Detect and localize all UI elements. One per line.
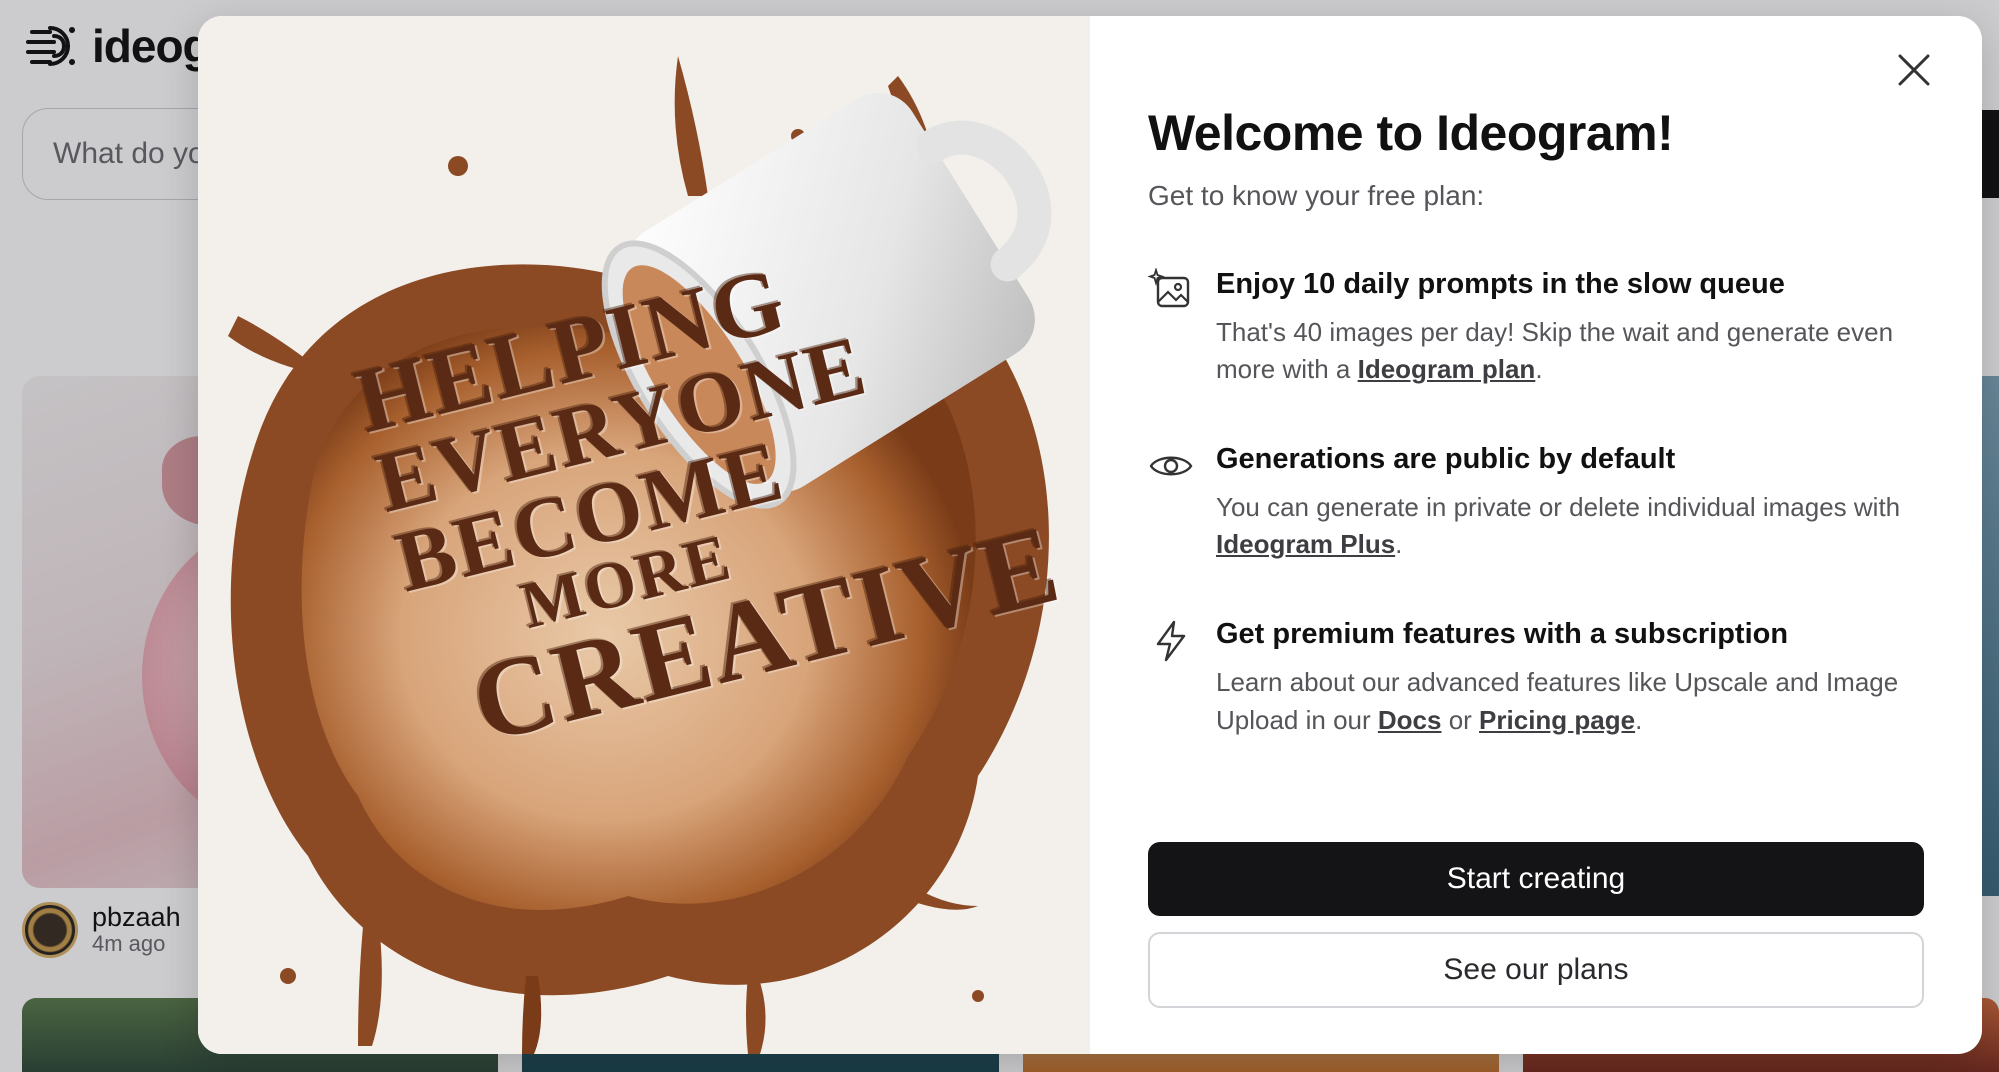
feature-title: Get premium features with a subscription — [1216, 618, 1789, 651]
feature-item: Get premium features with a subscription… — [1148, 616, 1924, 739]
feature-text: That's 40 images per day! Skip the wait … — [1216, 316, 1894, 385]
promo-artwork: HELPING EVERYONE BECOME MORE CREATIVE — [198, 16, 1090, 1054]
docs-link[interactable]: Docs — [1378, 705, 1442, 735]
close-button[interactable] — [1890, 46, 1938, 94]
feature-description: That's 40 images per day! Skip the wait … — [1216, 314, 1924, 389]
feature-description: Learn about our advanced features like U… — [1216, 664, 1924, 739]
feature-list: Enjoy 10 daily prompts in the slow queue… — [1148, 266, 1924, 739]
welcome-content: Welcome to Ideogram! Get to know your fr… — [1090, 16, 1982, 1054]
feature-title: Enjoy 10 daily prompts in the slow queue — [1216, 268, 1785, 300]
feature-text: . — [1635, 704, 1643, 735]
ideogram-plus-link[interactable]: Ideogram Plus — [1216, 529, 1395, 559]
feature-text: . — [1395, 529, 1403, 560]
feature-text: or — [1441, 704, 1480, 735]
sparkle-image-icon — [1148, 268, 1190, 308]
eye-icon — [1149, 456, 1193, 476]
lightning-icon — [1156, 620, 1186, 662]
modal-subtitle: Get to know your free plan: — [1148, 180, 1485, 211]
ideogram-plan-link[interactable]: Ideogram plan — [1358, 354, 1536, 384]
feature-description: You can generate in private or delete in… — [1216, 489, 1924, 564]
pricing-page-link[interactable]: Pricing page — [1479, 705, 1635, 735]
feature-text: . — [1535, 354, 1543, 385]
see-our-plans-button[interactable]: See our plans — [1148, 932, 1924, 1008]
welcome-modal: HELPING EVERYONE BECOME MORE CREATIVE We… — [198, 16, 1982, 1054]
start-creating-button[interactable]: Start creating — [1148, 842, 1924, 916]
close-icon — [1898, 54, 1930, 86]
feature-item: Enjoy 10 daily prompts in the slow queue… — [1148, 266, 1924, 389]
feature-title: Generations are public by default — [1216, 443, 1676, 476]
modal-title: Welcome to Ideogram! — [1148, 105, 1674, 161]
feature-item: Generations are public by default You ca… — [1148, 441, 1924, 564]
feature-text: You can generate in private or delete in… — [1216, 491, 1901, 522]
